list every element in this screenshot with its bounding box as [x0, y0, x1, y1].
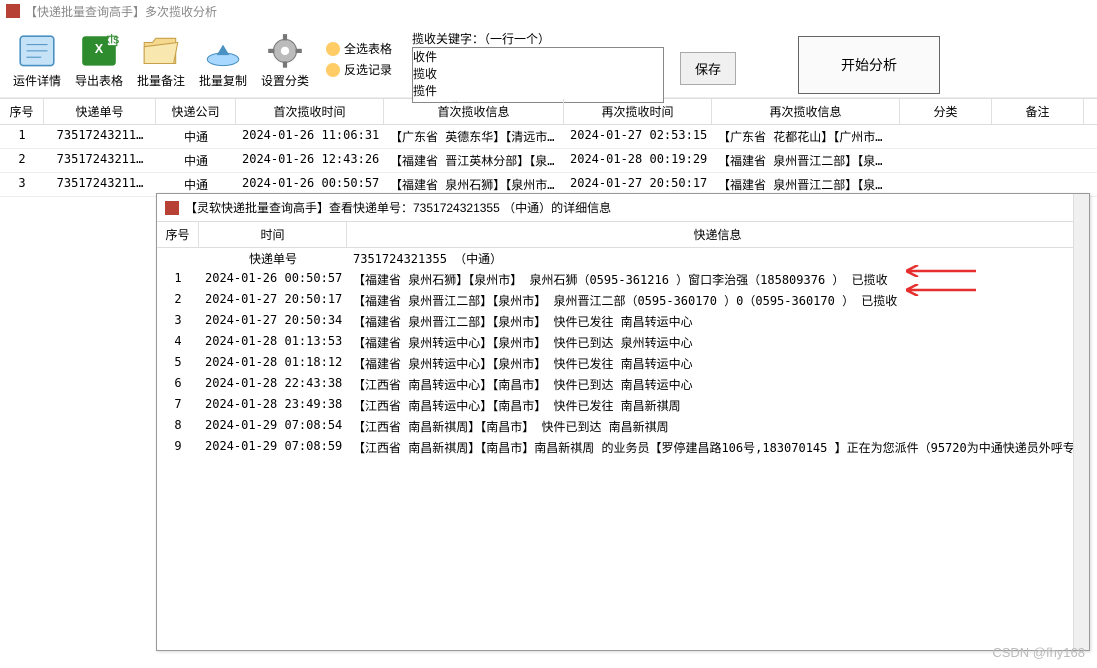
col-first-time[interactable]: 首次揽收时间 — [236, 99, 384, 124]
category-label: 设置分类 — [261, 72, 309, 89]
copy-icon — [202, 32, 244, 70]
table-row[interactable]: 273517243211…中通2024-01-26 12:43:26【福建省 晋… — [0, 149, 1097, 173]
main-title-bar: 【快递批量查询高手】多次揽收分析 — [0, 0, 1097, 22]
table-row[interactable]: 52024-01-28 01:18:12【福建省 泉州转运中心】【泉州市】 快件… — [157, 353, 1089, 374]
table-row[interactable]: 32024-01-27 20:50:34【福建省 泉州晋江二部】【泉州市】 快件… — [157, 311, 1089, 332]
export-label: 导出表格 — [75, 72, 123, 89]
keyword-label: 揽收关键字：（一行一个） — [412, 28, 664, 47]
app-title: 【快递批量查询高手】多次揽收分析 — [25, 3, 217, 20]
col-company[interactable]: 快递公司 — [156, 99, 236, 124]
col-time[interactable]: 时间 — [199, 222, 347, 247]
detail-label: 运件详情 — [13, 72, 61, 89]
detail-scrollbar[interactable] — [1073, 194, 1089, 650]
sub-tracking-value: 7351724321355 （中通） — [347, 248, 1089, 269]
svg-text:xls: xls — [104, 32, 119, 46]
detail-button[interactable]: 运件详情 — [8, 26, 66, 94]
bulb-icon — [326, 42, 340, 56]
table-row[interactable]: 92024-01-29 07:08:59【江西省 南昌新祺周】【南昌市】南昌新祺… — [157, 437, 1089, 458]
analyze-button[interactable]: 开始分析 — [798, 36, 940, 94]
keyword-textarea[interactable] — [412, 47, 664, 103]
remark-label: 批量备注 — [137, 72, 185, 89]
copy-button[interactable]: 批量复制 — [194, 26, 252, 94]
table-row[interactable]: 42024-01-28 01:13:53【福建省 泉州转运中心】【泉州市】 快件… — [157, 332, 1089, 353]
main-table: 序号 快递单号 快递公司 首次揽收时间 首次揽收信息 再次揽收时间 再次揽收信息… — [0, 98, 1097, 197]
select-all-label: 全选表格 — [344, 40, 392, 57]
remark-button[interactable]: 批量备注 — [132, 26, 190, 94]
col-category[interactable]: 分类 — [900, 99, 992, 124]
detail-icon — [16, 32, 58, 70]
bulb-icon — [326, 63, 340, 77]
svg-text:X: X — [95, 42, 104, 56]
col-next-info[interactable]: 再次揽收信息 — [712, 99, 900, 124]
col-seq[interactable]: 序号 — [0, 99, 44, 124]
excel-icon: Xxls — [78, 32, 120, 70]
table-row[interactable]: 62024-01-28 22:43:38【江西省 南昌转运中心】【南昌市】 快件… — [157, 374, 1089, 395]
annotation-arrow — [906, 265, 976, 277]
select-all-checkbox[interactable]: 全选表格 — [326, 40, 392, 57]
col-next-time[interactable]: 再次揽收时间 — [564, 99, 712, 124]
folder-icon — [140, 32, 182, 70]
annotation-arrow — [906, 284, 976, 296]
col-note[interactable]: 备注 — [992, 99, 1084, 124]
invert-checkbox[interactable]: 反选记录 — [326, 61, 392, 78]
sub-tracking-label: 快递单号 — [199, 248, 347, 269]
invert-label: 反选记录 — [344, 61, 392, 78]
app-icon — [165, 201, 179, 215]
detail-title-text: 【灵软快递批量查询高手】查看快递单号：7351724321355 （中通）的详细… — [185, 199, 611, 216]
col-tracking[interactable]: 快递单号 — [44, 99, 156, 124]
col-info[interactable]: 快递信息 — [347, 222, 1089, 247]
detail-title-bar: 【灵软快递批量查询高手】查看快递单号：7351724321355 （中通）的详细… — [157, 194, 1089, 221]
detail-window: 【灵软快递批量查询高手】查看快递单号：7351724321355 （中通）的详细… — [156, 193, 1090, 651]
watermark: CSDN @fhy168 — [992, 645, 1085, 660]
table-row[interactable]: 173517243211…中通2024-01-26 11:06:31【广东省 英… — [0, 125, 1097, 149]
gear-icon — [264, 32, 306, 70]
save-button[interactable]: 保存 — [680, 52, 736, 85]
category-button[interactable]: 设置分类 — [256, 26, 314, 94]
detail-table: 序号 时间 快递信息 快递单号 7351724321355 （中通） 12024… — [157, 221, 1089, 458]
main-table-header: 序号 快递单号 快递公司 首次揽收时间 首次揽收信息 再次揽收时间 再次揽收信息… — [0, 98, 1097, 125]
copy-label: 批量复制 — [199, 72, 247, 89]
table-row[interactable]: 82024-01-29 07:08:54【江西省 南昌新祺周】【南昌市】 快件已… — [157, 416, 1089, 437]
col-first-info[interactable]: 首次揽收信息 — [384, 99, 564, 124]
app-icon — [6, 4, 20, 18]
col-seq[interactable]: 序号 — [157, 222, 199, 247]
detail-table-header: 序号 时间 快递信息 — [157, 221, 1089, 248]
export-button[interactable]: Xxls 导出表格 — [70, 26, 128, 94]
table-row[interactable]: 72024-01-28 23:49:38【江西省 南昌转运中心】【南昌市】 快件… — [157, 395, 1089, 416]
toolbar: 运件详情 Xxls 导出表格 批量备注 批量复制 设置分类 全选表格 反选记录 — [0, 22, 1097, 98]
